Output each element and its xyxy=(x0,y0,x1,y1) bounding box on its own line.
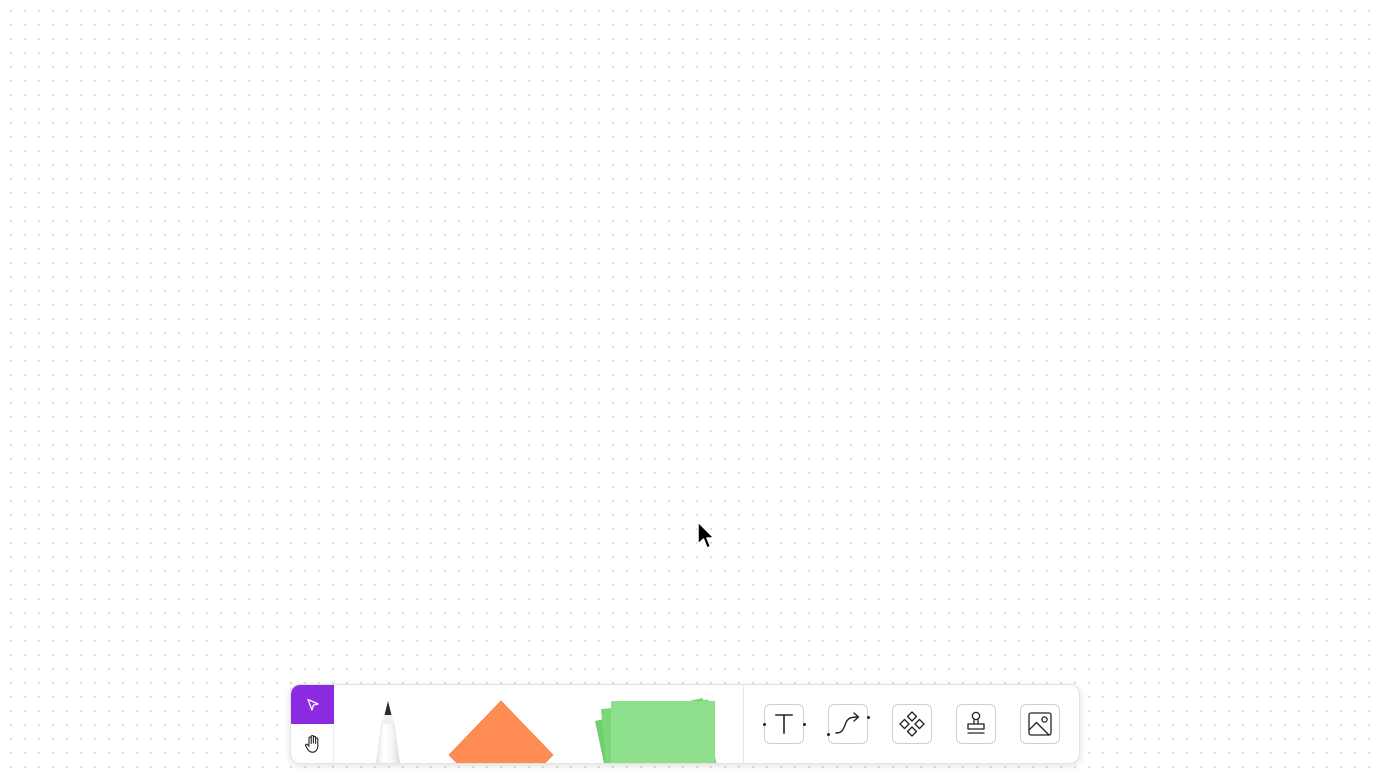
hand-tool-button[interactable] xyxy=(291,724,334,763)
text-icon xyxy=(775,714,793,734)
shape-tool-button[interactable] xyxy=(441,699,561,764)
connector-arrow-icon xyxy=(835,712,860,734)
text-tool-button[interactable] xyxy=(763,704,806,744)
image-icon xyxy=(1028,712,1052,736)
components-tool-button[interactable] xyxy=(892,704,932,744)
handle-dot xyxy=(803,723,806,726)
connector-tool-button[interactable] xyxy=(827,704,870,744)
sticky-note-tool-button[interactable] xyxy=(587,695,727,764)
bottom-toolbar xyxy=(290,684,1080,764)
hand-pan-icon xyxy=(304,734,318,753)
handle-dot xyxy=(867,716,870,719)
handle-dot xyxy=(827,733,830,736)
handle-dot xyxy=(763,723,766,726)
pen-tool-button[interactable] xyxy=(363,699,413,764)
select-tool-button[interactable] xyxy=(291,685,334,724)
creation-drawer xyxy=(335,685,743,763)
stamp-tool-button[interactable] xyxy=(956,704,996,744)
mode-switcher xyxy=(291,685,334,763)
image-upload-button[interactable] xyxy=(1020,704,1060,744)
toolbar-divider xyxy=(743,685,744,763)
mouse-pointer-icon xyxy=(697,521,715,549)
cursor-arrow-icon xyxy=(306,698,319,711)
components-icon xyxy=(899,711,925,737)
whiteboard-canvas[interactable] xyxy=(0,0,1382,776)
stamp-icon xyxy=(967,711,985,734)
